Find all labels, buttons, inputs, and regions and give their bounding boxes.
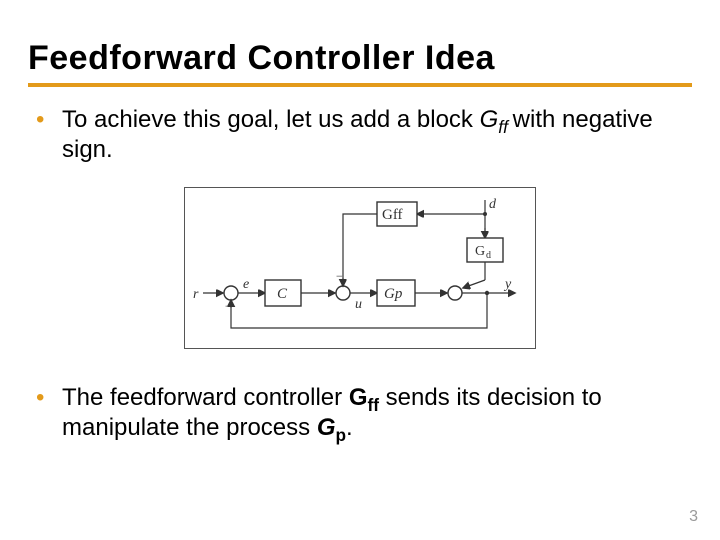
block-C-label: C xyxy=(277,286,288,302)
bullet-1: To achieve this goal, let us add a block… xyxy=(34,105,686,165)
minus-u: − xyxy=(336,269,343,283)
block-Gff-label: Gff xyxy=(382,207,403,223)
bullet2-gff-sub: ff xyxy=(367,395,379,415)
label-y: y xyxy=(503,277,512,292)
bullet1-text-a: To achieve this goal, let us add a block xyxy=(62,106,480,133)
bullet1-gff: G xyxy=(480,106,499,133)
bullet-2: The feedforward controller Gff sends its… xyxy=(34,383,686,443)
sum-u xyxy=(336,286,350,300)
bullet2-gp: G xyxy=(317,414,336,441)
page-title: Feedforward Controller Idea xyxy=(28,40,692,77)
bullet2-gff: G xyxy=(349,384,368,411)
block-Gd-d: d xyxy=(486,250,491,261)
slide: Feedforward Controller Idea To achieve t… xyxy=(0,0,720,540)
label-r: r xyxy=(193,287,199,302)
sum-y xyxy=(448,286,462,300)
bullet2-text-a: The feedforward controller xyxy=(62,384,349,411)
diagram-container: r − e C − u Gp xyxy=(28,187,692,349)
block-Gp-label: Gp xyxy=(384,286,403,302)
label-d: d xyxy=(489,197,497,212)
bullet-list-2: The feedforward controller Gff sends its… xyxy=(28,383,692,443)
diagram-svg: r − e C − u Gp xyxy=(185,188,535,348)
block-Gd-G: G xyxy=(475,244,485,259)
page-number: 3 xyxy=(689,508,698,526)
bullet2-text-c: . xyxy=(346,414,353,441)
sum-e xyxy=(224,286,238,300)
bullet2-gp-sub: p xyxy=(335,425,346,445)
label-u: u xyxy=(355,297,362,312)
title-underline xyxy=(28,83,692,87)
label-e: e xyxy=(243,277,249,292)
block-diagram: r − e C − u Gp xyxy=(184,187,536,349)
bullet-list: To achieve this goal, let us add a block… xyxy=(28,105,692,165)
bullet1-gff-sub: ff xyxy=(498,117,512,137)
